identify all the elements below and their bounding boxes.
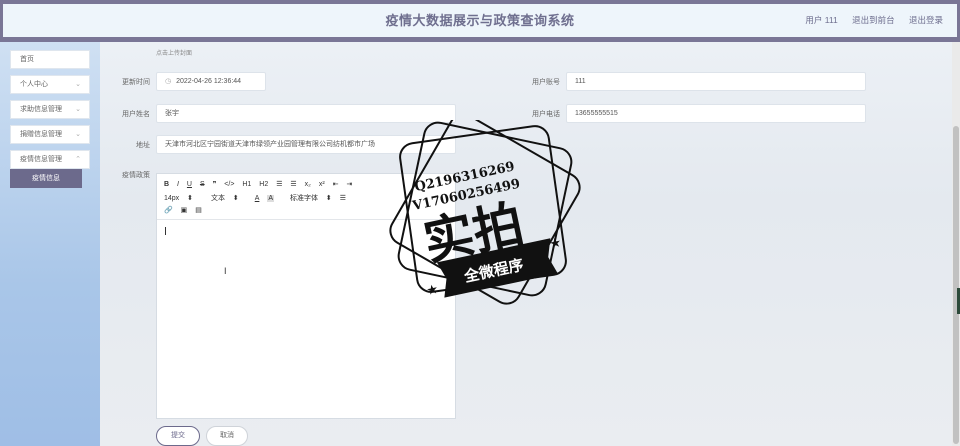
font-size-select[interactable]: 14px ⬍ (164, 194, 193, 202)
sidebar-item-label: 捐赠信息管理 (20, 131, 62, 138)
background-color-icon[interactable]: A (267, 195, 275, 202)
chevron-down-icon: ⌄ (75, 81, 81, 88)
update-time-label: 更新时间 (122, 79, 150, 86)
sidebar-item-epidemic-info[interactable]: 疫情信息管理 ⌃ (10, 150, 90, 169)
header-actions: 用户 111 退出到前台 退出登录 (793, 4, 943, 37)
editor-toolbar: B I U S ❞ </> H1 H2 ☰ ☰ x₂ x² ⇤ ⇥ 14px ⬍… (157, 174, 455, 220)
image-icon[interactable]: ▣ (181, 206, 188, 214)
policy-rich-editor[interactable]: B I U S ❞ </> H1 H2 ☰ ☰ x₂ x² ⇤ ⇥ 14px ⬍… (156, 173, 456, 419)
sidebar-item-donation-info[interactable]: 捐赠信息管理 ⌄ (10, 125, 90, 144)
blockquote-button[interactable]: ❞ (213, 180, 217, 188)
clock-icon: ◷ (165, 78, 172, 85)
back-to-front-link[interactable]: 退出到前台 (852, 15, 895, 25)
name-field[interactable]: 张宇 (156, 104, 456, 123)
strike-button[interactable]: S (200, 181, 205, 188)
bold-button[interactable]: B (164, 181, 169, 188)
top-header: 疫情大数据展示与政策查询系统 用户 111 退出到前台 退出登录 (0, 0, 960, 42)
font-color-icon[interactable]: A (255, 195, 260, 202)
sidebar-item-label: 首页 (20, 56, 34, 63)
toolbar-row-format: B I U S ❞ </> H1 H2 ☰ ☰ x₂ x² ⇤ ⇥ (164, 180, 358, 191)
submit-button[interactable]: 提交 (156, 426, 200, 446)
ordered-list-button[interactable]: ☰ (276, 180, 282, 188)
page-scrollbar[interactable] (952, 42, 960, 446)
sidebar-subitem-epidemic-info[interactable]: 疫情信息 (10, 169, 82, 188)
outdent-button[interactable]: ⇤ (333, 180, 339, 188)
current-user: 用户 111 (805, 15, 838, 25)
toolbar-row-font: 14px ⬍ 文本 ⬍ A A 标准字体 ⬍ ☰ (164, 193, 352, 204)
cancel-button[interactable]: 取消 (206, 426, 248, 446)
logout-link[interactable]: 退出登录 (909, 15, 943, 25)
sidebar-item-label: 个人中心 (20, 81, 48, 88)
italic-button[interactable]: I (177, 181, 179, 188)
name-label: 用户姓名 (122, 111, 150, 118)
chevron-down-icon: ⌄ (75, 106, 81, 113)
account-field[interactable]: 111 (566, 72, 866, 91)
mouse-ibeam-cursor: I (224, 266, 227, 276)
sidebar-item-label: 求助信息管理 (20, 106, 62, 113)
header-inner: 疫情大数据展示与政策查询系统 用户 111 退出到前台 退出登录 (3, 4, 957, 37)
text-type-select[interactable]: 文本 ⬍ (211, 193, 239, 203)
chevron-down-icon: ⌄ (75, 131, 81, 138)
sidebar-item-personal-center[interactable]: 个人中心 ⌄ (10, 75, 90, 94)
text-cursor (165, 227, 166, 235)
policy-label: 疫情政策 (122, 172, 150, 179)
account-label: 用户账号 (532, 79, 560, 86)
bullet-list-button[interactable]: ☰ (290, 180, 296, 188)
sidebar-item-home[interactable]: 首页 (10, 50, 90, 69)
heading1-button[interactable]: H1 (242, 181, 251, 188)
sidebar-item-help-info[interactable]: 求助信息管理 ⌄ (10, 100, 90, 119)
align-icon[interactable]: ☰ (340, 194, 346, 202)
toolbar-row-insert: 🔗 ▣ ▤ (164, 206, 208, 217)
subscript-button[interactable]: x₂ (305, 181, 311, 188)
main-content: 点击上传封面 更新时间 ◷ 2022-04-26 12:36:44 用户账号 1… (100, 42, 952, 446)
video-icon[interactable]: ▤ (195, 206, 202, 214)
superscript-button[interactable]: x² (319, 181, 325, 188)
upload-cover-hint[interactable]: 点击上传封面 (156, 48, 192, 57)
chevron-up-icon: ⌃ (75, 156, 81, 163)
underline-button[interactable]: U (187, 181, 192, 188)
heading2-button[interactable]: H2 (259, 181, 268, 188)
address-label: 地址 (136, 142, 150, 149)
code-block-button[interactable]: </> (224, 181, 234, 188)
sidebar: 首页 个人中心 ⌄ 求助信息管理 ⌄ 捐赠信息管理 ⌄ 疫情信息管理 ⌃ 疫情信… (0, 42, 100, 446)
address-field[interactable]: 天津市河北区宁园街道天津市绿领产业园管理有限公司纺机都市广场 (156, 135, 456, 154)
sidebar-item-label: 疫情信息管理 (20, 156, 62, 163)
font-family-select[interactable]: 标准字体 ⬍ (290, 193, 332, 203)
phone-field[interactable]: 13655555515 (566, 104, 866, 123)
indent-button[interactable]: ⇥ (346, 180, 352, 188)
link-icon[interactable]: 🔗 (164, 206, 173, 214)
phone-label: 用户电话 (532, 111, 560, 118)
scrollbar-thumb[interactable] (953, 126, 959, 444)
update-time-value: 2022-04-26 12:36:44 (176, 78, 242, 85)
update-time-field[interactable]: ◷ 2022-04-26 12:36:44 (156, 72, 266, 91)
